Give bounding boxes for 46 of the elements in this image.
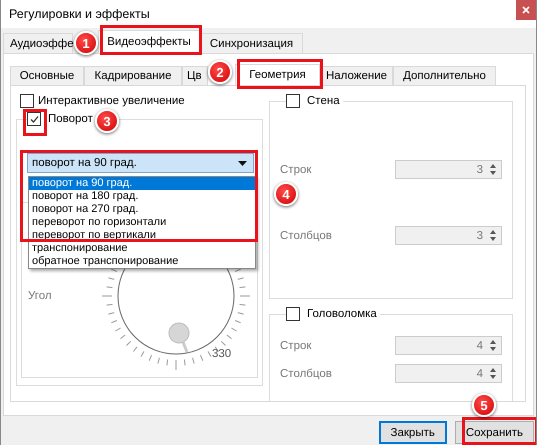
checkmark-icon: [28, 114, 40, 124]
close-icon: [522, 6, 530, 14]
dropdown-option[interactable]: переворот по вертикали: [29, 229, 255, 242]
tab[interactable]: Аудиоэффе: [3, 33, 73, 53]
checkbox-label: Стена: [307, 95, 340, 107]
dropdown-option[interactable]: поворот на 270 град.: [29, 203, 255, 216]
dropdown-option[interactable]: поворот на 90 град.: [29, 177, 255, 190]
tab[interactable]: Цв: [182, 66, 208, 85]
angle-label: Угол: [28, 290, 52, 302]
angle-value: 330: [212, 348, 232, 360]
dropdown-option[interactable]: поворот на 180 град.: [29, 190, 255, 203]
spinner-arrows-icon: [487, 162, 499, 177]
window-title: Регулировки и эффекты: [9, 7, 150, 21]
checkbox-label: Интерактивное увеличение: [38, 95, 185, 107]
checkbox[interactable]: [286, 94, 300, 108]
field-label: Столбцов: [280, 368, 332, 380]
tab[interactable]: Кадрирование: [84, 66, 182, 85]
caret-icon: [238, 160, 247, 166]
field-label: Строк: [280, 340, 312, 352]
spinner-arrows-icon: [487, 228, 499, 243]
rotation-dropdown[interactable]: поворот на 90 град.: [27, 153, 254, 173]
tab[interactable]: Видеоэффекты: [98, 30, 200, 53]
checkbox-label: Головоломка: [307, 308, 377, 320]
checkbox[interactable]: [27, 112, 41, 126]
checkbox[interactable]: [20, 94, 34, 108]
dropdown-option[interactable]: переворот по горизонтали: [29, 216, 255, 229]
number-field[interactable]: 4: [395, 364, 502, 383]
tab[interactable]: Синхронизация: [200, 33, 303, 53]
field-label: Строк: [280, 164, 312, 176]
checkbox[interactable]: [286, 307, 300, 321]
dialog-button[interactable]: Закрыть: [378, 421, 447, 444]
dropdown-option[interactable]: транспонирование: [29, 242, 255, 255]
tab[interactable]: Наложение: [320, 66, 393, 85]
spinner-arrows-icon: [487, 338, 499, 353]
spinner-arrows-icon: [487, 366, 499, 381]
number-field[interactable]: 3: [395, 160, 502, 179]
tab[interactable]: Основные: [10, 66, 84, 85]
field-label: Столбцов: [280, 230, 332, 242]
step-badge: 1: [74, 31, 98, 55]
tab[interactable]: Геометрия: [235, 64, 320, 85]
close-button[interactable]: [516, 0, 536, 20]
tab[interactable]: Дополнительно: [393, 66, 496, 85]
number-field[interactable]: 3: [395, 226, 502, 245]
checkbox-label: Поворот: [48, 113, 93, 125]
number-field[interactable]: 4: [395, 336, 502, 355]
dropdown-option[interactable]: обратное транспонирование: [29, 255, 255, 268]
